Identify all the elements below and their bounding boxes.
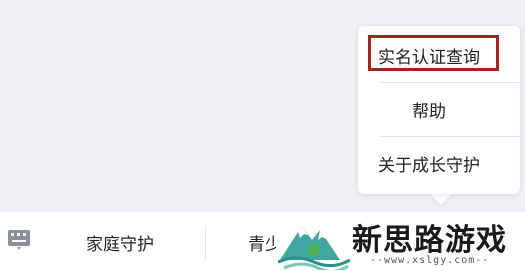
menu-item-label: 帮助 xyxy=(412,101,446,122)
menu-item-help[interactable]: 帮助 xyxy=(358,82,500,136)
highlight-box xyxy=(368,35,499,71)
watermark-url: --www.xslgy.com-- xyxy=(370,255,490,266)
keyboard-icon[interactable] xyxy=(8,230,30,250)
menu-item-about[interactable]: 关于成长守护 xyxy=(358,136,500,190)
watermark-title: 新思路游戏 xyxy=(352,223,507,258)
tab-separator xyxy=(205,226,206,260)
tab-label: 家庭守护 xyxy=(86,234,154,255)
menu-item-label: 关于成长守护 xyxy=(378,155,480,176)
watermark: 新思路游戏 --www.xslgy.com-- xyxy=(276,212,525,271)
watermark-logo-icon xyxy=(278,226,350,270)
tab-family-guard[interactable]: 家庭守护 xyxy=(86,227,176,257)
